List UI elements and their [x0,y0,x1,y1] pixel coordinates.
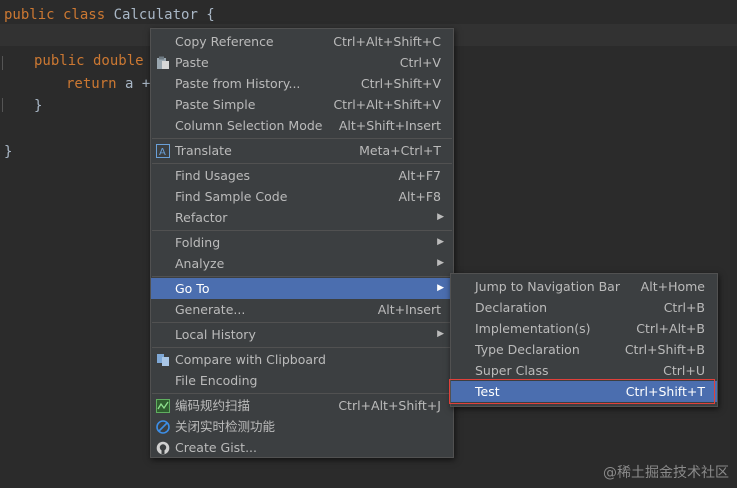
menu-item-compare-with-clipboard[interactable]: Compare with Clipboard [151,349,453,370]
compare-icon [156,352,170,366]
menu-item-copy-reference[interactable]: Copy Reference Ctrl+Alt+Shift+C [151,31,453,52]
menu-item-label: 关闭实时检测功能 [175,419,276,434]
translate-icon: A [156,143,170,158]
menu-item-label: Analyze [175,256,225,271]
menu-item-shortcut: Ctrl+Shift+B [624,342,705,357]
menu-item-disable-realtime-check[interactable]: 关闭实时检测功能 [151,416,453,437]
fold-marker [2,98,3,112]
menu-item-label: Local History [175,327,256,342]
menu-separator [152,138,452,139]
menu-item-label: Find Sample Code [175,189,288,204]
menu-item-find-usages[interactable]: Find Usages Alt+F7 [151,165,453,186]
menu-item-label: Compare with Clipboard [175,352,326,367]
menu-separator [152,393,452,394]
svg-text:A: A [159,147,166,158]
menu-item-shortcut: Ctrl+Alt+Shift+V [333,97,441,112]
submenu-item-declaration[interactable]: Declaration Ctrl+B [451,297,717,318]
menu-item-shortcut: Alt+Shift+Insert [338,118,441,133]
menu-item-shortcut: Ctrl+Alt+B [636,321,705,336]
menu-item-label: Super Class [475,363,549,378]
code-line-7: } [4,144,13,160]
menu-item-paste[interactable]: Paste Ctrl+V [151,52,453,73]
watermark: @稀土掘金技术社区 [603,465,729,481]
menu-item-shortcut: Ctrl+Shift+V [360,76,441,91]
clipboard-icon [156,55,170,69]
code-text: a + [116,76,151,92]
menu-item-shortcut: Alt+F7 [398,168,441,183]
menu-item-refactor[interactable]: Refactor ▶ [151,207,453,228]
submenu-item-type-declaration[interactable]: Type Declaration Ctrl+Shift+B [451,339,717,360]
menu-item-label: Jump to Navigation Bar [475,279,620,294]
menu-item-analyze[interactable]: Analyze ▶ [151,253,453,274]
menu-item-label: Implementation(s) [475,321,591,336]
menu-item-shortcut: Ctrl+Alt+Shift+J [338,398,441,413]
menu-separator [152,230,452,231]
submenu-item-super-class[interactable]: Super Class Ctrl+U [451,360,717,381]
submenu-arrow-icon: ▶ [437,329,444,339]
menu-item-shortcut: Ctrl+Alt+Shift+C [333,34,441,49]
menu-item-label: Find Usages [175,168,251,183]
menu-item-column-selection-mode[interactable]: Column Selection Mode Alt+Shift+Insert [151,115,453,136]
menu-item-label: Paste Simple [175,97,256,112]
keyword: public double [34,53,144,69]
code-line-1: public class Calculator { [4,4,215,26]
menu-separator [152,322,452,323]
context-menu: Copy Reference Ctrl+Alt+Shift+C Paste Ct… [150,28,454,458]
menu-item-shortcut: Ctrl+B [663,300,705,315]
submenu-arrow-icon: ▶ [437,283,444,293]
menu-item-paste-simple[interactable]: Paste Simple Ctrl+Alt+Shift+V [151,94,453,115]
menu-separator [152,163,452,164]
menu-item-label: Create Gist... [175,440,258,455]
github-icon [156,440,170,455]
menu-item-label: Declaration [475,300,548,315]
keyword: public class [4,7,106,23]
submenu-arrow-icon: ▶ [437,212,444,222]
menu-item-label: Translate [175,143,232,158]
menu-item-label: Paste [175,55,209,70]
menu-item-create-gist[interactable]: Create Gist... [151,437,453,458]
menu-item-shortcut: Ctrl+V [399,55,441,70]
menu-item-label: Copy Reference [175,34,274,49]
submenu-arrow-icon: ▶ [437,237,444,247]
code-line-4: return a + [66,73,150,95]
menu-item-folding[interactable]: Folding ▶ [151,232,453,253]
code-line-3: public double s [34,50,160,72]
test-highlight-box [449,379,715,404]
menu-item-local-history[interactable]: Local History ▶ [151,324,453,345]
menu-item-shortcut: Alt+F8 [398,189,441,204]
menu-item-translate[interactable]: A Translate Meta+Ctrl+T [151,140,453,161]
submenu-arrow-icon: ▶ [437,258,444,268]
menu-item-code-scan[interactable]: 编码规约扫描 Ctrl+Alt+Shift+J [151,395,453,416]
menu-item-label: Column Selection Mode [175,118,323,133]
menu-item-paste-from-history[interactable]: Paste from History... Ctrl+Shift+V [151,73,453,94]
menu-item-shortcut: Alt+Home [640,279,705,294]
menu-separator [152,276,452,277]
menu-item-go-to[interactable]: Go To ▶ [151,278,453,299]
menu-item-file-encoding[interactable]: File Encoding [151,370,453,391]
menu-item-label: Type Declaration [475,342,580,357]
scan-chart-icon [156,398,170,413]
menu-item-generate[interactable]: Generate... Alt+Insert [151,299,453,320]
menu-item-label: Generate... [175,302,246,317]
menu-item-shortcut: Meta+Ctrl+T [359,143,441,158]
menu-item-label: Folding [175,235,221,250]
menu-item-shortcut: Alt+Insert [377,302,441,317]
keyword: return [66,76,117,92]
code-line-5: } [34,98,43,114]
submenu-item-jump-to-navigation-bar[interactable]: Jump to Navigation Bar Alt+Home [451,276,717,297]
menu-item-label: Refactor [175,210,228,225]
menu-item-label: Go To [175,281,210,296]
prohibited-icon [156,419,170,434]
menu-item-label: 编码规约扫描 [175,398,251,413]
menu-item-label: Paste from History... [175,76,301,91]
code-text: Calculator { [105,7,215,23]
menu-item-shortcut: Ctrl+U [663,363,705,378]
menu-separator [152,347,452,348]
menu-item-label: File Encoding [175,373,258,388]
submenu-item-implementations[interactable]: Implementation(s) Ctrl+Alt+B [451,318,717,339]
menu-item-find-sample-code[interactable]: Find Sample Code Alt+F8 [151,186,453,207]
fold-marker [2,56,3,70]
